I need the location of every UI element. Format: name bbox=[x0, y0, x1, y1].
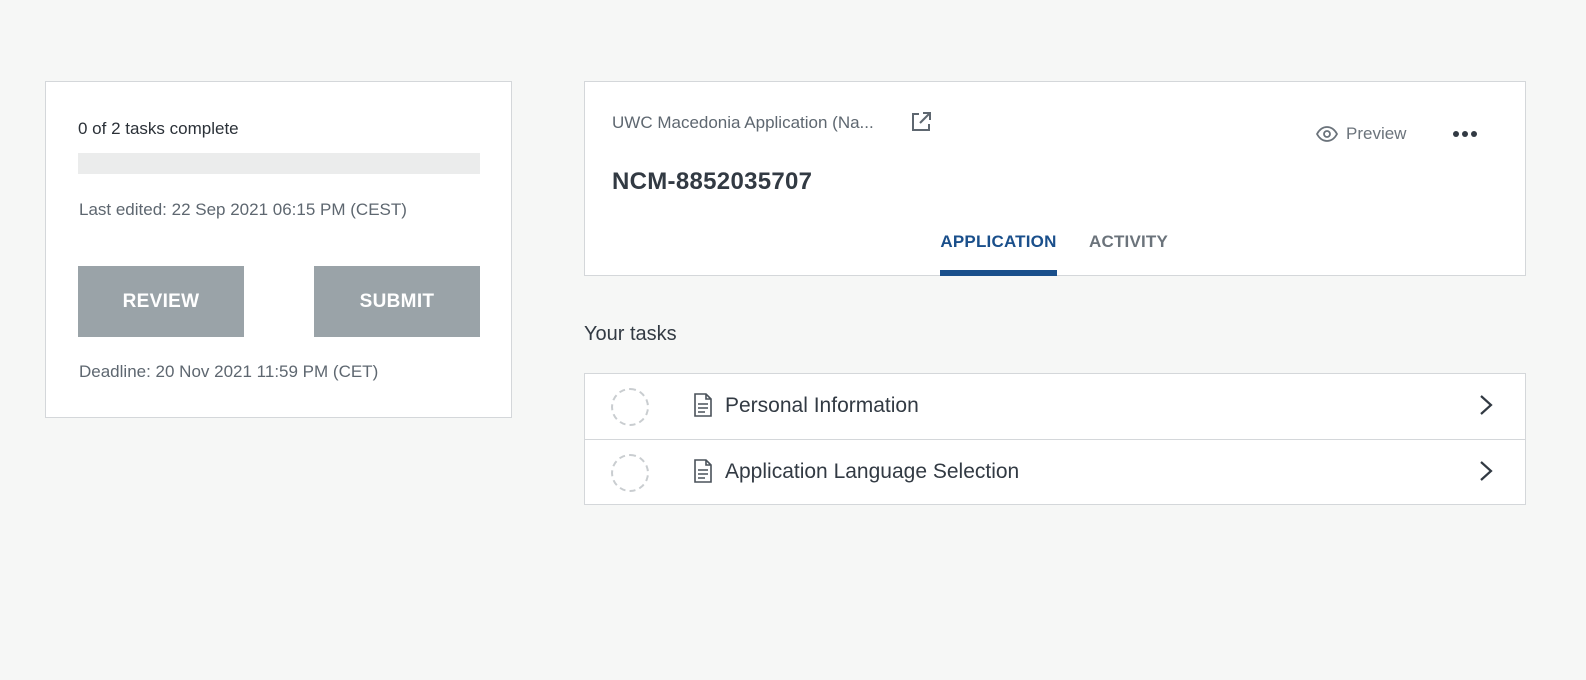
application-summary-card: 0 of 2 tasks complete Last edited: 22 Se… bbox=[45, 81, 512, 418]
task-list: Personal Information Application Languag… bbox=[584, 373, 1526, 505]
external-link-icon[interactable] bbox=[910, 111, 932, 133]
chevron-right-icon bbox=[1480, 461, 1493, 481]
application-id: NCM-8852035707 bbox=[612, 168, 813, 195]
review-button[interactable]: REVIEW bbox=[78, 266, 244, 337]
submit-button[interactable]: SUBMIT bbox=[314, 266, 480, 337]
last-edited-text: Last edited: 22 Sep 2021 06:15 PM (CEST) bbox=[79, 200, 407, 219]
tasks-complete-text: 0 of 2 tasks complete bbox=[78, 119, 239, 138]
task-status-indicator bbox=[611, 388, 649, 426]
task-label: Personal Information bbox=[725, 394, 919, 417]
your-tasks-heading: Your tasks bbox=[584, 323, 677, 345]
task-row-personal-information[interactable]: Personal Information bbox=[585, 374, 1525, 439]
task-row-application-language-selection[interactable]: Application Language Selection bbox=[585, 439, 1525, 504]
task-label: Application Language Selection bbox=[725, 460, 1020, 483]
eye-icon bbox=[1316, 126, 1338, 142]
tab-activity[interactable]: ACTIVITY bbox=[1089, 232, 1168, 276]
progress-bar bbox=[78, 153, 480, 174]
tab-application[interactable]: APPLICATION bbox=[940, 232, 1057, 276]
chevron-right-icon bbox=[1480, 395, 1493, 415]
preview-label: Preview bbox=[1346, 124, 1407, 143]
document-icon bbox=[694, 459, 712, 483]
document-icon bbox=[694, 393, 712, 417]
application-title: UWC Macedonia Application (Na... bbox=[612, 113, 874, 132]
task-status-indicator bbox=[611, 454, 649, 492]
deadline-text: Deadline: 20 Nov 2021 11:59 PM (CET) bbox=[79, 362, 379, 381]
application-header-card: UWC Macedonia Application (Na... NCM-885… bbox=[584, 81, 1526, 276]
preview-button[interactable]: Preview bbox=[1316, 122, 1406, 146]
more-horizontal-icon[interactable] bbox=[1452, 124, 1478, 144]
